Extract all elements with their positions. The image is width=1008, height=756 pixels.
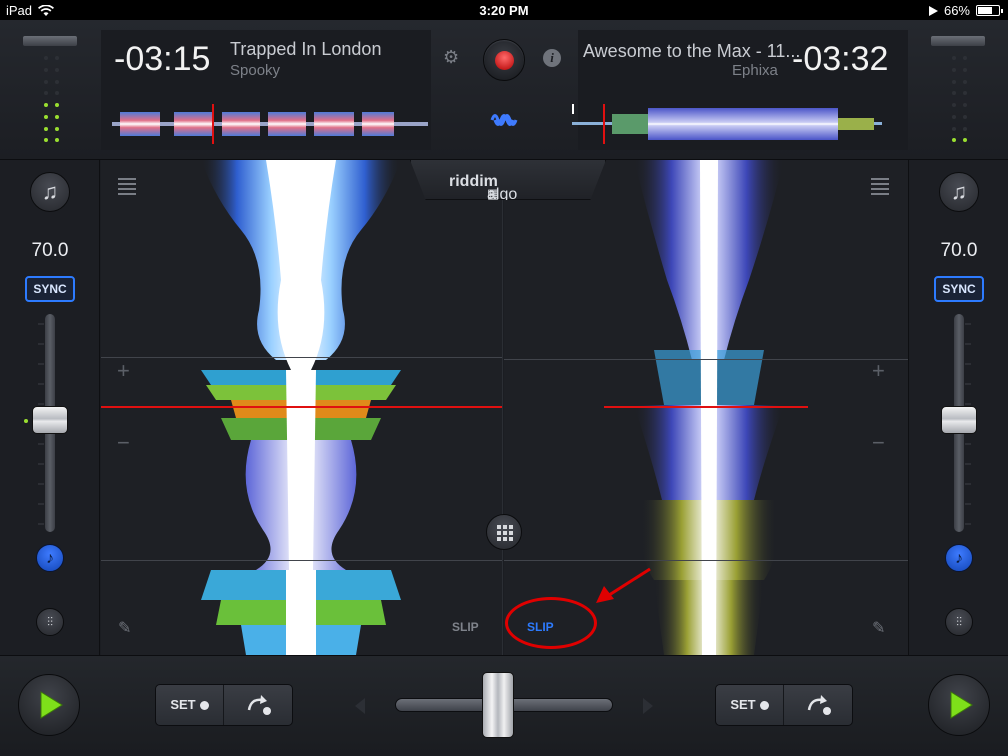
deck-a-waveform-view[interactable]: + − ✎ SLIP bbox=[101, 160, 503, 655]
record-icon bbox=[495, 51, 514, 70]
crossfader-handle[interactable] bbox=[482, 672, 514, 738]
grid-icon bbox=[497, 525, 513, 541]
deck-b-play-button[interactable] bbox=[928, 674, 990, 736]
list-icon[interactable] bbox=[118, 178, 136, 195]
music-note-icon: ♪ bbox=[46, 550, 54, 567]
deck-a-sidebar: ♫ 70.0 SYNC ♪ ⫶⫶ bbox=[0, 160, 100, 655]
status-time: 3:20 PM bbox=[479, 3, 529, 18]
deck-a-sync-button[interactable]: SYNC bbox=[25, 276, 75, 302]
mixer-sliders-icon: ⫶⫶ bbox=[46, 615, 53, 629]
transport-bar: SET SET bbox=[0, 655, 1008, 756]
waveform-icon[interactable] bbox=[490, 109, 518, 131]
annotation-arrow bbox=[596, 567, 651, 603]
main-area: ♫ 70.0 SYNC ♪ ⫶⫶ ♫ 70.0 SYNC ♪ ⫶⫶ + − ✎ … bbox=[0, 160, 1008, 655]
deck-b-waveform-view[interactable]: + − ✎ SLIP bbox=[504, 160, 908, 655]
deck-b-overview-waveform[interactable] bbox=[572, 100, 892, 148]
level-meter-right bbox=[931, 36, 985, 150]
mixer-grid-button[interactable] bbox=[486, 514, 522, 550]
deck-b-jump-cue-button[interactable] bbox=[785, 685, 853, 725]
list-icon[interactable] bbox=[871, 178, 889, 195]
deck-a-jump-cue-button[interactable] bbox=[225, 685, 293, 725]
cue-dot-icon bbox=[759, 701, 769, 710]
deck-b-track-artist: Ephixa bbox=[732, 62, 778, 79]
zoom-out-marker[interactable]: − bbox=[117, 430, 130, 456]
battery-icon bbox=[976, 5, 1003, 16]
set-label: SET bbox=[170, 697, 196, 712]
deck-b-bpm: 70.0 bbox=[940, 240, 978, 261]
deck-b-track-title[interactable]: Awesome to the Max - 11... bbox=[583, 41, 800, 62]
logo-grid-icon: ▦ bbox=[487, 186, 500, 201]
deck-a-track-artist: Spooky bbox=[230, 62, 281, 79]
deck-a-play-button[interactable] bbox=[18, 674, 80, 736]
cue-zone-line bbox=[504, 359, 908, 360]
deck-a-track-title[interactable]: Trapped In London bbox=[230, 39, 381, 60]
app-logo: algo riddim ▦ bbox=[410, 160, 606, 200]
level-meter-left bbox=[23, 36, 77, 150]
deck-b-set-cue-button[interactable]: SET bbox=[716, 685, 784, 725]
mixer-sliders-icon: ⫶⫶ bbox=[955, 615, 962, 629]
deck-b-keylock-button[interactable]: ♪ bbox=[945, 544, 973, 572]
meter-cap bbox=[23, 36, 77, 46]
deck-a-eq-button[interactable]: ⫶⫶ bbox=[36, 608, 64, 636]
pencil-icon[interactable]: ✎ bbox=[872, 618, 885, 638]
music-note-plus-icon: ♫ bbox=[950, 179, 968, 204]
cue-zone-line bbox=[101, 560, 502, 561]
loop-arrow-icon bbox=[807, 695, 831, 715]
music-note-plus-icon: ♫ bbox=[41, 179, 59, 204]
pencil-icon[interactable]: ✎ bbox=[118, 618, 131, 638]
deck-a-cue-group: SET bbox=[155, 684, 293, 726]
record-button[interactable] bbox=[483, 39, 525, 81]
center-controls: ⚙ i bbox=[435, 35, 573, 145]
zoom-in-marker[interactable]: + bbox=[872, 358, 885, 384]
cue-dot-icon bbox=[199, 701, 209, 710]
loop-arrow-icon bbox=[247, 695, 271, 715]
zoom-in-marker[interactable]: + bbox=[117, 358, 130, 384]
deck-b-eq-button[interactable]: ⫶⫶ bbox=[945, 608, 973, 636]
info-icon[interactable]: i bbox=[543, 49, 561, 67]
deck-b-playhead bbox=[604, 406, 808, 408]
deck-a-pitch-handle[interactable] bbox=[32, 406, 68, 434]
play-icon bbox=[40, 691, 63, 719]
deck-b-sidebar: ♫ 70.0 SYNC ♪ ⫶⫶ bbox=[908, 160, 1008, 655]
annotation-circle bbox=[505, 597, 597, 649]
deck-a-keylock-button[interactable]: ♪ bbox=[36, 544, 64, 572]
add-music-button[interactable]: ♫ bbox=[939, 172, 979, 212]
deck-b-sync-button[interactable]: SYNC bbox=[934, 276, 984, 302]
deck-b-time-remaining: -03:32 bbox=[792, 40, 889, 78]
crossfader-left-arrow[interactable] bbox=[355, 698, 365, 714]
set-label: SET bbox=[730, 697, 756, 712]
deck-b-cue-group: SET bbox=[715, 684, 853, 726]
deck-a-playhead bbox=[101, 406, 502, 408]
playing-icon bbox=[928, 5, 938, 16]
meter-cap bbox=[931, 36, 985, 46]
deck-a-overview-waveform[interactable] bbox=[112, 100, 428, 148]
deck-a-bpm: 70.0 bbox=[31, 240, 69, 261]
status-bar: iPad 3:20 PM 66% bbox=[0, 0, 1008, 20]
crossfader-right-arrow[interactable] bbox=[643, 698, 653, 714]
cue-zone-line bbox=[101, 357, 502, 358]
play-icon bbox=[950, 691, 973, 719]
add-music-button[interactable]: ♫ bbox=[30, 172, 70, 212]
deck-a-set-cue-button[interactable]: SET bbox=[156, 685, 224, 725]
deck-a-time-remaining: -03:15 bbox=[114, 40, 211, 78]
gear-icon[interactable]: ⚙ bbox=[443, 47, 459, 68]
battery-percent: 66% bbox=[943, 3, 970, 18]
music-note-icon: ♪ bbox=[955, 550, 963, 567]
cue-zone-line bbox=[504, 560, 908, 561]
deck-a-slip-button[interactable]: SLIP bbox=[452, 620, 479, 634]
zoom-out-marker[interactable]: − bbox=[872, 430, 885, 456]
deck-b-pitch-handle[interactable] bbox=[941, 406, 977, 434]
